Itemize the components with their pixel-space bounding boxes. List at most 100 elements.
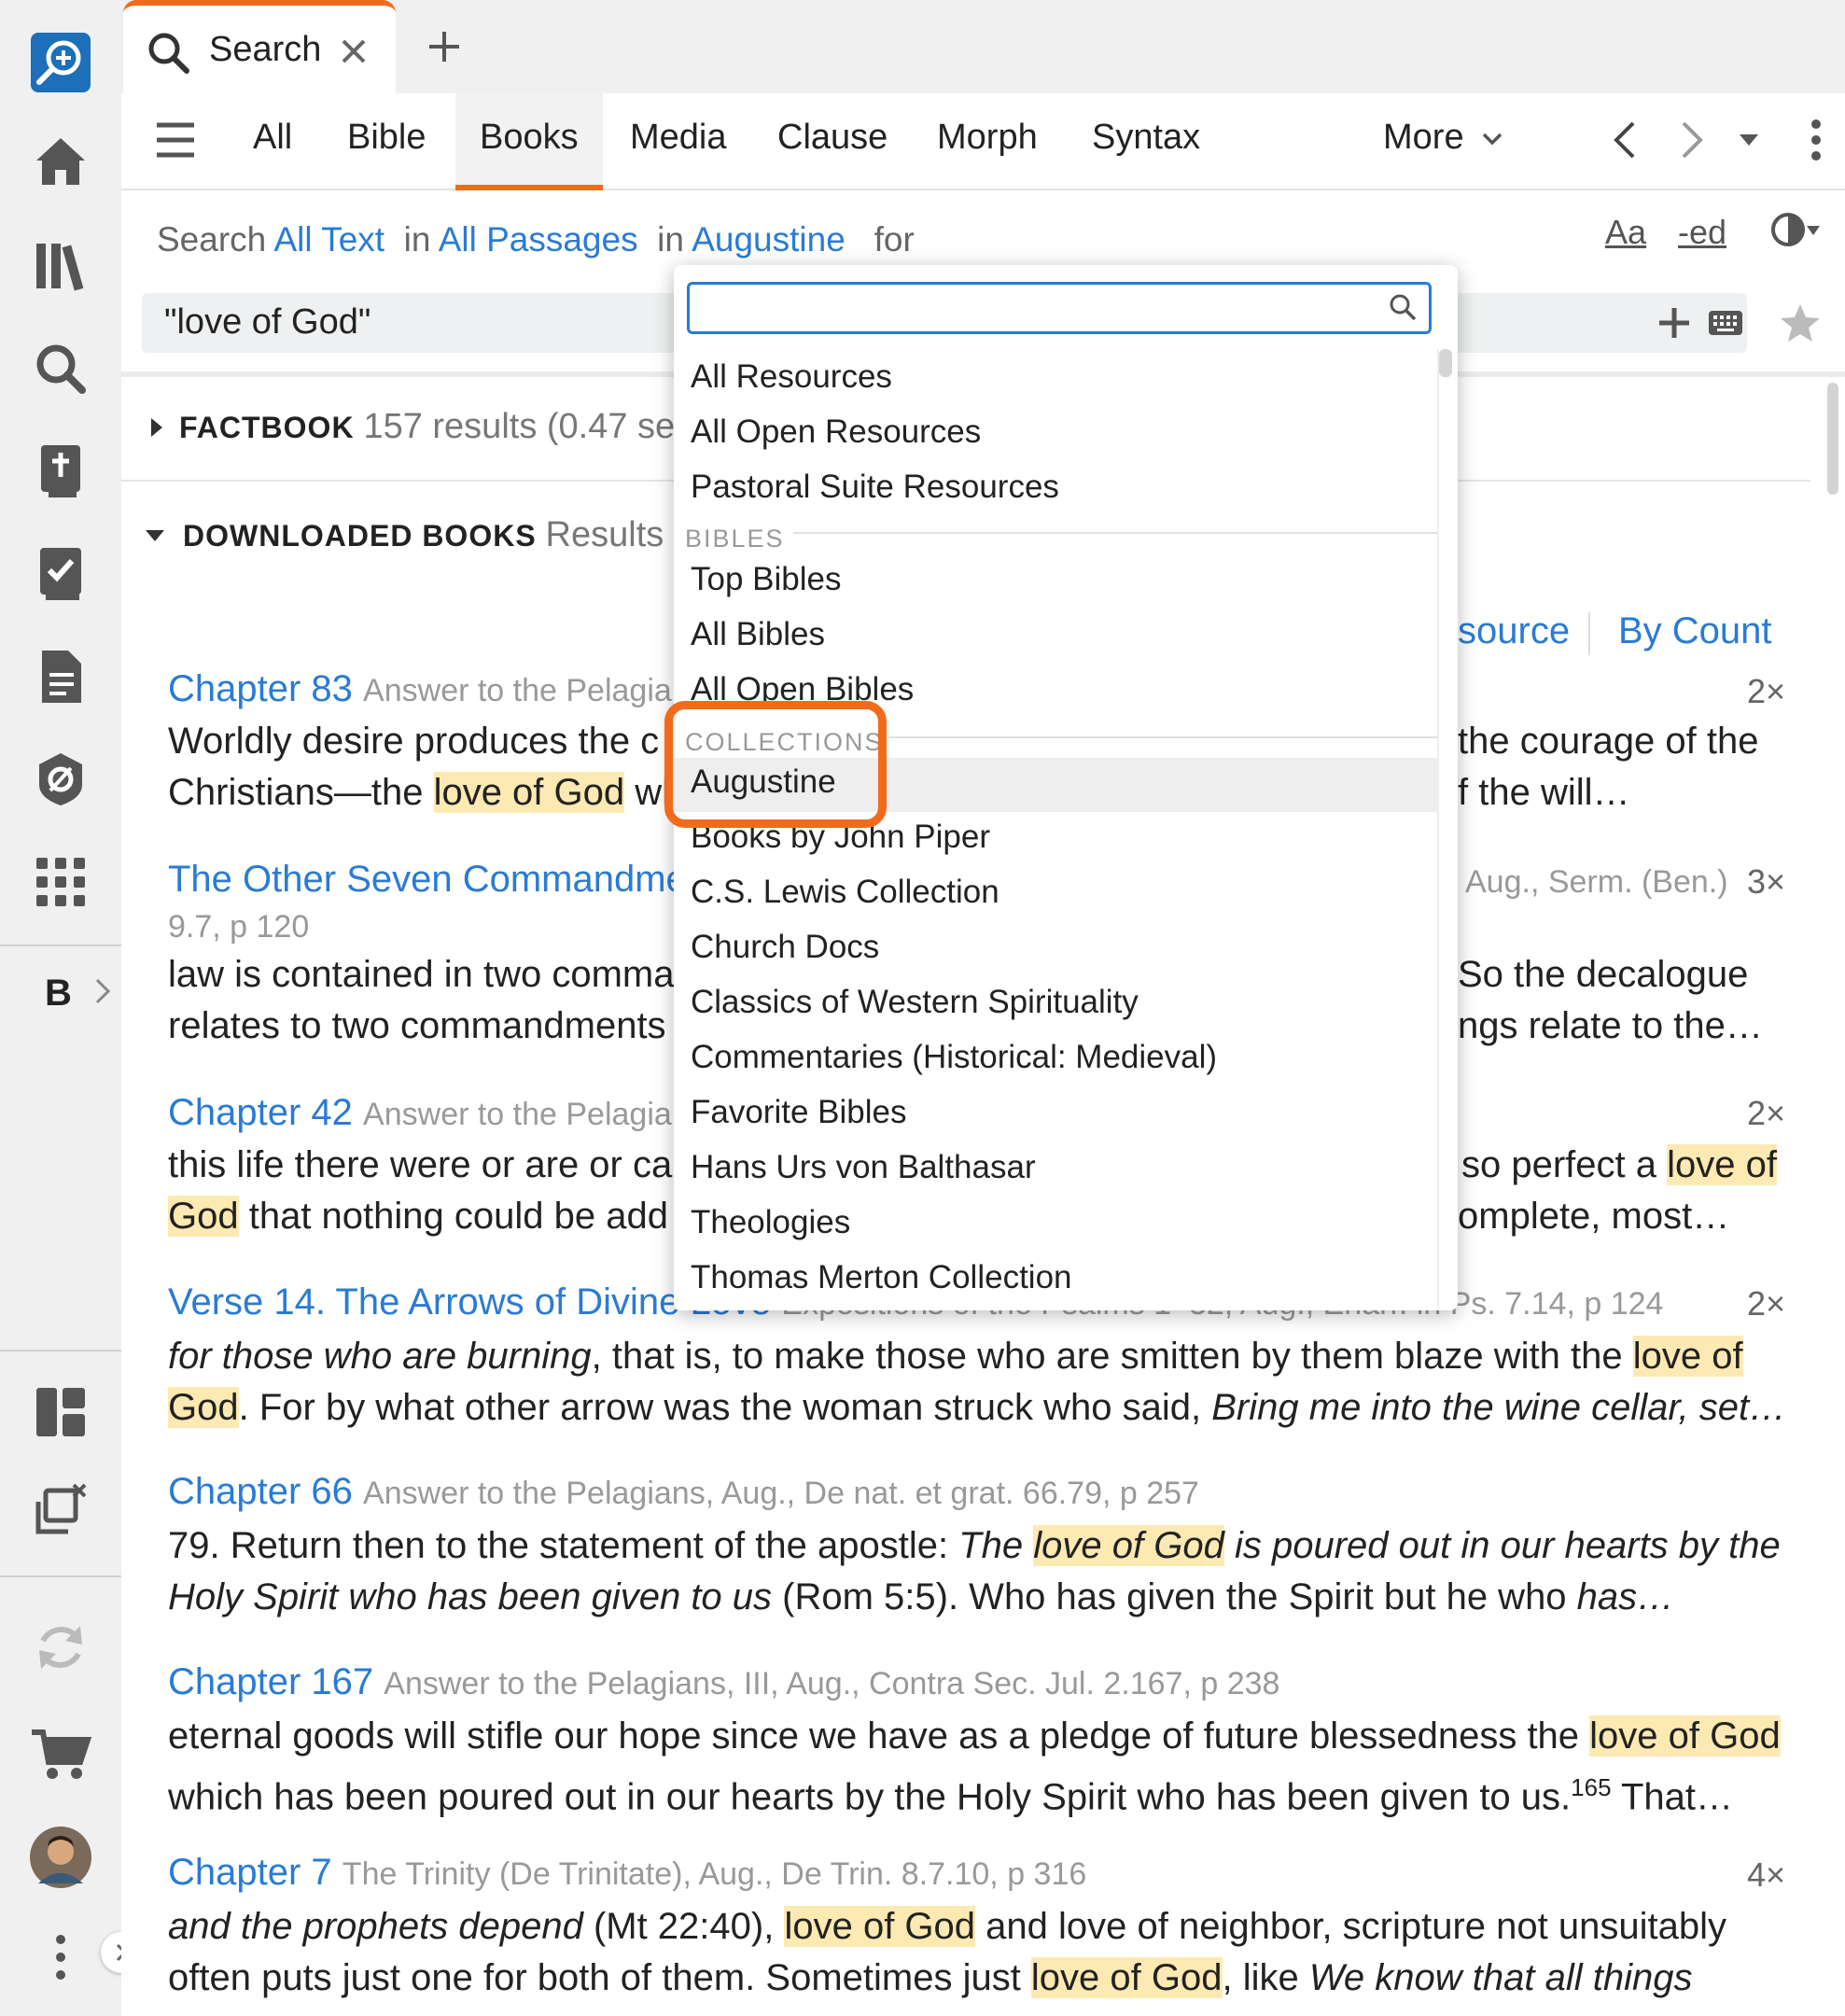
sync-icon[interactable] [28,1615,93,1680]
footnote-ref[interactable]: 165 [1571,1773,1611,1801]
layouts-icon[interactable] [28,1379,93,1445]
scope-text-link[interactable]: All Text [273,220,384,259]
result-title[interactable]: Chapter 83 Answer to the Pelagiar [168,668,682,710]
result-title[interactable]: Chapter 66 Answer to the Pelagians, Aug.… [168,1471,1199,1513]
result-title-text: Chapter 167 [168,1661,374,1702]
logos-search-icon[interactable] [28,30,93,95]
hit-count: 3× [1746,862,1785,901]
dropdown-item[interactable]: Top Bibles [691,561,841,598]
result-snippet: Holy Spirit who has been given to us (Ro… [168,1572,1782,1623]
scope-collection-link[interactable]: Augustine [692,220,846,259]
dropdown-item[interactable]: Classics of Western Spirituality [691,984,1139,1021]
dropdown-item[interactable]: Church Docs [691,929,879,966]
tab-media[interactable]: Media [630,118,727,158]
library-icon[interactable] [28,233,93,299]
dropdown-item[interactable]: Hans Urs von Balthasar [691,1149,1036,1186]
search-hit-highlight: love of God [784,1906,976,1947]
tab-morph[interactable]: Morph [937,118,1038,158]
chevron-right-icon[interactable] [93,976,112,1011]
snippet-text: (Rom 5:5). Who has given the Spirit but … [772,1576,1577,1617]
display-options-icon[interactable] [1769,209,1822,257]
bible-icon[interactable] [28,439,93,504]
dropdown-search-input[interactable] [687,282,1432,334]
dropdown-scrollbar[interactable] [1439,349,1452,377]
close-icon[interactable] [340,37,368,70]
sort-by-source-button[interactable]: source [1458,610,1570,652]
config-for: for [874,220,915,259]
tab-more[interactable]: More [1383,118,1503,158]
result-title[interactable]: Chapter 7 The Trinity (De Trinitate), Au… [168,1852,1086,1894]
tab-clause[interactable]: Clause [777,118,888,158]
dropdown-item[interactable]: C.S. Lewis Collection [691,874,999,911]
tab-label: Search [209,30,322,69]
more-vertical-icon[interactable] [28,1925,93,1990]
tab-bible[interactable]: Bible [347,118,426,158]
dropdown-item[interactable]: All Resources [691,358,892,396]
downloaded-label: DOWNLOADED BOOKS [183,519,537,553]
tab-books[interactable]: Books [480,118,579,158]
hit-count: 4× [1746,1855,1785,1894]
close-panels-icon[interactable] [28,1477,93,1542]
snippet-text: That… [1611,1776,1733,1818]
keyboard-icon[interactable] [1708,310,1743,341]
snippet-text: this life there were or are or ca [168,1144,673,1185]
match-forms-button[interactable]: -ed [1678,213,1726,252]
rail-b-label[interactable]: B [45,973,72,1015]
history-dropdown-icon[interactable] [1738,133,1760,152]
scope-passages-link[interactable]: All Passages [439,220,638,259]
back-icon[interactable] [1613,119,1637,165]
match-case-button[interactable]: Aa [1605,213,1646,252]
add-icon[interactable] [1656,304,1693,346]
result-title-text: Chapter 83 [168,668,353,709]
highlight-callout [664,701,887,828]
search-hit-highlight: love of God [1589,1715,1781,1757]
dropdown-item[interactable]: Pastoral Suite Resources [691,469,1059,506]
favorite-star-icon[interactable] [1779,302,1822,348]
result-source: Answer to the Pelagiar [363,1097,683,1132]
tab-search[interactable]: Search [123,0,396,93]
cart-icon[interactable] [28,1723,93,1788]
apps-grid-icon[interactable] [28,849,93,915]
document-icon[interactable] [28,644,93,709]
snippet-text: often puts just one for both of them. So… [168,1957,1031,1998]
sort-by-count-button[interactable]: By Count [1618,610,1772,652]
result-title[interactable]: Chapter 167 Answer to the Pelagians, III… [168,1661,1279,1703]
config-prefix: Search [157,220,267,259]
result-title[interactable]: Chapter 42 Answer to the Pelagiar [168,1092,682,1134]
results-scrollbar[interactable] [1827,383,1838,495]
checklist-icon[interactable] [28,541,93,607]
result-title[interactable]: The Other Seven Commandme [168,859,687,901]
hamburger-menu-icon[interactable] [155,121,196,163]
section-factbook[interactable]: FACTBOOK 157 results (0.47 se [179,407,675,447]
avatar[interactable] [28,1825,93,1890]
snippet-text: law is contained in two comma [168,954,675,995]
dropdown-item[interactable]: Thomas Merton Collection [691,1259,1072,1296]
chevron-down-icon [1482,133,1503,146]
collapse-downloaded-icon[interactable] [144,528,166,548]
search-icon[interactable] [28,336,93,401]
forward-icon[interactable] [1680,119,1704,165]
expand-factbook-icon[interactable] [149,416,164,443]
dropdown-item[interactable]: Theologies [691,1204,850,1241]
panel-menu-icon[interactable] [1810,119,1822,165]
dropdown-item[interactable]: Commentaries (Historical: Medieval) [691,1039,1217,1076]
search-hit-highlight: love of God [1033,1525,1224,1566]
rail-divider [0,1575,121,1577]
section-downloaded-books[interactable]: DOWNLOADED BOOKS Results 1 [183,515,693,555]
tab-all[interactable]: All [253,118,292,158]
dropdown-item[interactable]: All Open Resources [691,413,981,451]
dropdown-item[interactable]: Favorite Bibles [691,1094,906,1131]
dropdown-item[interactable]: All Bibles [691,616,825,653]
snippet-text: wl [624,772,671,813]
snippet-text-italic: The [958,1525,1034,1566]
tab-syntax[interactable]: Syntax [1092,118,1200,158]
new-tab-icon[interactable] [426,28,463,70]
result-snippet: eternal goods will stifle our hope since… [168,1711,1782,1762]
rail-divider [0,1350,121,1351]
result-title-text: Chapter 66 [168,1471,353,1512]
hit-count: 2× [1746,672,1785,710]
snippet-text-right: omplete, most… [1458,1196,1730,1237]
gear-shield-icon[interactable] [28,747,93,812]
home-icon[interactable] [28,129,93,194]
snippet-text: eternal goods will stifle our hope since… [168,1715,1590,1757]
